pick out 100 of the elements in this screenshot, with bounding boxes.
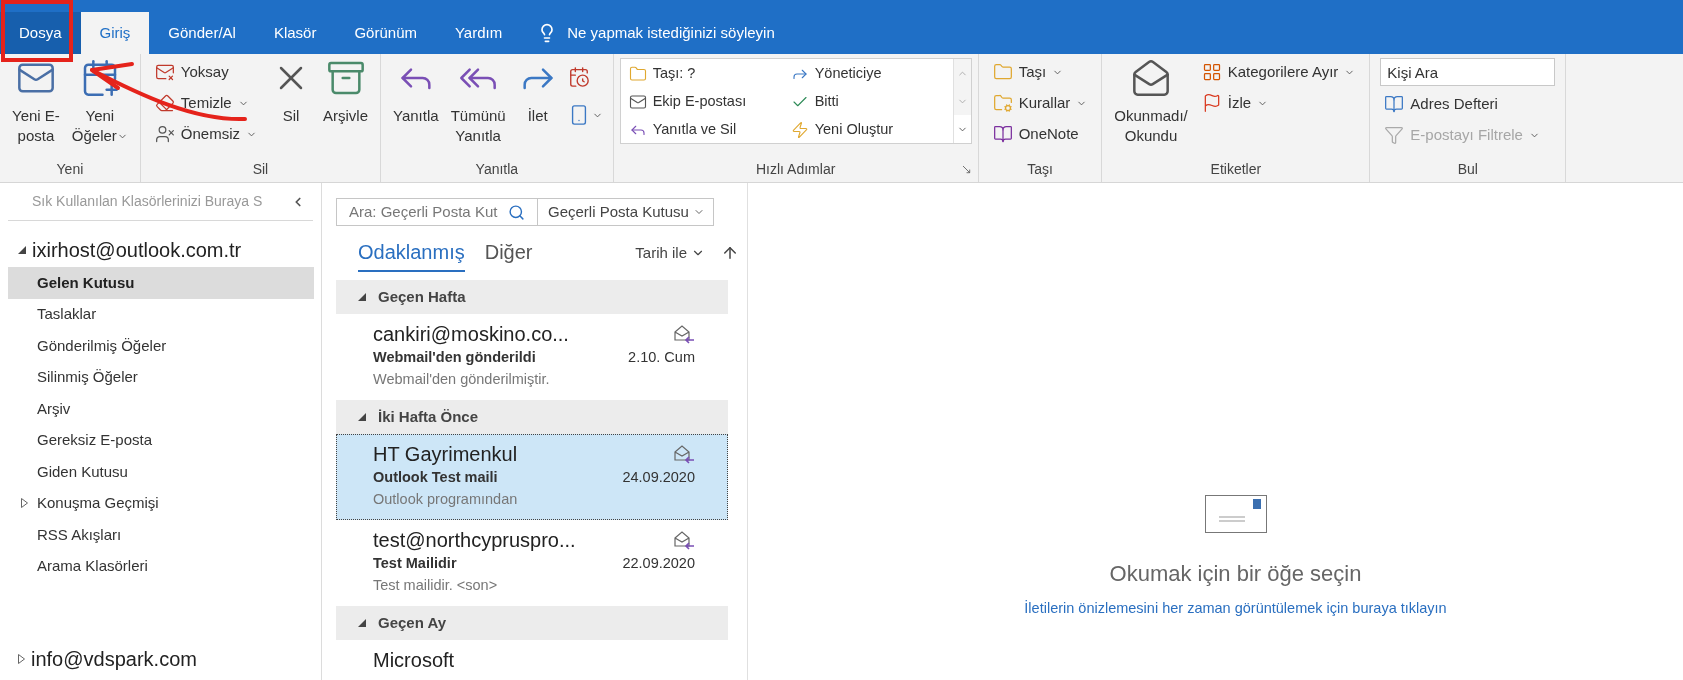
account-item[interactable]: ixirhost@outlook.com.tr	[0, 233, 242, 267]
ribbon-button[interactable]: Temizle	[150, 89, 262, 117]
people-search-field[interactable]: Kişi Ara	[1380, 58, 1556, 86]
expand-triangle-icon[interactable]	[21, 498, 28, 509]
folder-item[interactable]: Konuşma Geçmişi	[8, 487, 314, 519]
ribbon-button[interactable]: Kategorilere Ayır	[1197, 58, 1360, 86]
message-item[interactable]: HT Gayrimenkul Outlook Test maili 24.09.2020 Outlook programından	[336, 434, 728, 520]
folder-item[interactable]: Gereksiz E-posta	[8, 424, 314, 456]
group-label: Hızlı Adımlar	[756, 159, 836, 179]
message-preview: Webmail'den gönderilmiştir.	[373, 369, 551, 389]
ribbon-tab[interactable]: Yardım	[435, 12, 522, 54]
envelope-cross-icon	[154, 62, 175, 82]
folder-item[interactable]: Gönderilmiş Öğeler	[8, 330, 314, 362]
message-subject: Test Mailidir	[373, 554, 457, 573]
inbox-tab[interactable]: Odaklanmış	[358, 234, 465, 272]
search-icon	[508, 203, 525, 221]
sort-dropdown[interactable]: Tarih ile	[635, 234, 705, 272]
folder-item[interactable]: Taslaklar	[8, 298, 314, 330]
book-icon	[1384, 94, 1405, 114]
ribbon-button[interactable]: Yoksay	[150, 58, 262, 86]
message-item[interactable]: cankiri@moskino.co... Webmail'den gönderildi 2.10. Cum Webmail'den gönderilmiştir.	[336, 314, 728, 400]
notebook-icon	[992, 124, 1013, 144]
quick-step[interactable]: Yeni Oluştur	[786, 117, 949, 143]
expand-triangle-icon[interactable]	[18, 246, 26, 254]
ribbon-tab[interactable]: Görünüm	[335, 12, 436, 54]
empty-state-title: Okumak için bir öğe seçin	[1109, 560, 1362, 588]
sender-name: test@northcypruspro...	[373, 528, 576, 553]
favorites-hint: Sık Kullanılan Klasörlerinizi Buraya S	[32, 192, 263, 211]
collapse-triangle-icon[interactable]	[358, 293, 366, 301]
search-field[interactable]: Ara: Geçerli Posta Kut	[337, 199, 538, 225]
ribbon-button[interactable]: Sil	[265, 54, 318, 126]
collapse-triangle-icon[interactable]	[358, 413, 366, 421]
sender-name: Microsoft	[373, 648, 455, 673]
tell-me-field[interactable]: Ne yapmak istediğinizi söyleyin	[567, 21, 775, 45]
replied-envelope-icon	[673, 444, 695, 464]
inbox-tab[interactable]: Diğer	[484, 234, 533, 272]
message-subject: Outlook Test maili	[373, 468, 498, 487]
ribbon-tab[interactable]: Dosya	[0, 12, 81, 54]
eraser-icon	[154, 93, 175, 113]
group-label: Yeni	[56, 159, 84, 179]
ribbon-button[interactable]: Yeni E- posta	[6, 54, 66, 146]
ribbon-button[interactable]: Yeni Öğeler	[65, 54, 134, 146]
ribbon-button[interactable]: Arşivle	[317, 54, 375, 126]
folder-item[interactable]: Silinmiş Öğeler	[8, 361, 314, 393]
message-item[interactable]: test@northcypruspro... Test Mailidir 22.09.2020 Test mailidir. <son>	[336, 520, 728, 606]
message-subject: Webmail'den gönderildi	[373, 348, 536, 367]
message-preview: Test mailidir. <son>	[373, 575, 499, 595]
group-label: Etiketler	[1210, 159, 1262, 179]
quick-step[interactable]: Ekip E-postası	[624, 89, 787, 115]
ribbon-button[interactable]: Taşı	[988, 58, 1092, 86]
ribbon-tab[interactable]: Gönder/Al	[149, 12, 255, 54]
calendar-icon	[567, 66, 590, 88]
folder-item[interactable]: Arama Klasörleri	[8, 550, 314, 582]
ribbon-button[interactable]: İzle	[1197, 89, 1360, 117]
group-label: Sil	[252, 159, 269, 179]
ribbon-button[interactable]: İlet	[511, 54, 564, 126]
group-header[interactable]: İki Hafta Önce	[336, 400, 728, 434]
filter-icon	[1384, 125, 1405, 145]
ribbon-button[interactable]: Kurallar	[988, 89, 1092, 117]
ribbon-button[interactable]: Yanıtla	[387, 54, 445, 126]
folder-gear-icon	[992, 93, 1013, 113]
group-header[interactable]: Geçen Ay	[336, 606, 728, 640]
dialog-launcher-icon[interactable]	[960, 163, 972, 175]
preview-link[interactable]: İletilerin önizlemesini her zaman görüntülemek için buraya tıklayın	[1024, 598, 1447, 620]
folder-item[interactable]: RSS Akışları	[8, 519, 314, 551]
group-label: Yanıtla	[475, 159, 519, 179]
ribbon-button[interactable]: Adres Defteri	[1380, 90, 1544, 118]
quick-step[interactable]: Yanıtla ve Sil	[624, 117, 787, 143]
folder-item[interactable]: Gelen Kutusu	[8, 267, 314, 299]
quick-step[interactable]: Taşı: ?	[624, 61, 787, 87]
account-item[interactable]: info@vdspark.com	[0, 642, 197, 676]
ribbon-button[interactable]: Önemsiz	[150, 120, 262, 148]
ribbon-button[interactable]: Okunmadı/ Okundu	[1108, 54, 1194, 146]
ribbon-tab[interactable]: Klasör	[254, 12, 336, 54]
folder-item[interactable]: Arşiv	[8, 393, 314, 425]
person-blocked-icon	[154, 124, 175, 144]
folder-item[interactable]: Giden Kutusu	[8, 456, 314, 488]
quick-step[interactable]: Yöneticiye	[786, 61, 949, 87]
replied-envelope-icon	[673, 530, 695, 550]
quick-step[interactable]: Bitti	[786, 89, 949, 115]
open-envelope-icon	[1131, 58, 1172, 98]
message-preview: Outlook programından	[373, 489, 519, 509]
collapse-triangle-icon[interactable]	[358, 619, 366, 627]
scope-dropdown[interactable]: Geçerli Posta Kutusu	[538, 199, 713, 225]
envelope-icon	[628, 93, 647, 111]
ribbon-tab[interactable]: Giriş	[80, 12, 150, 54]
message-date: 24.09.2020	[622, 468, 695, 487]
sender-name: HT Gayrimenkul	[373, 442, 518, 467]
ribbon-button[interactable]: Tümünü Yanıtla	[444, 54, 512, 146]
replied-envelope-icon	[673, 324, 695, 344]
envelope-icon	[1204, 495, 1267, 533]
group-header[interactable]: Geçen Hafta	[336, 280, 728, 314]
message-item[interactable]: Microsoft	[336, 640, 728, 680]
sender-name: cankiri@moskino.co...	[373, 322, 569, 347]
expand-triangle-icon[interactable]	[18, 654, 25, 664]
message-date: 22.09.2020	[622, 554, 695, 573]
highlight-frame	[1, 0, 73, 62]
group-label: Taşı	[1027, 159, 1053, 179]
message-date: 2.10. Cum	[628, 348, 695, 367]
ribbon-button[interactable]: OneNote	[988, 120, 1092, 148]
